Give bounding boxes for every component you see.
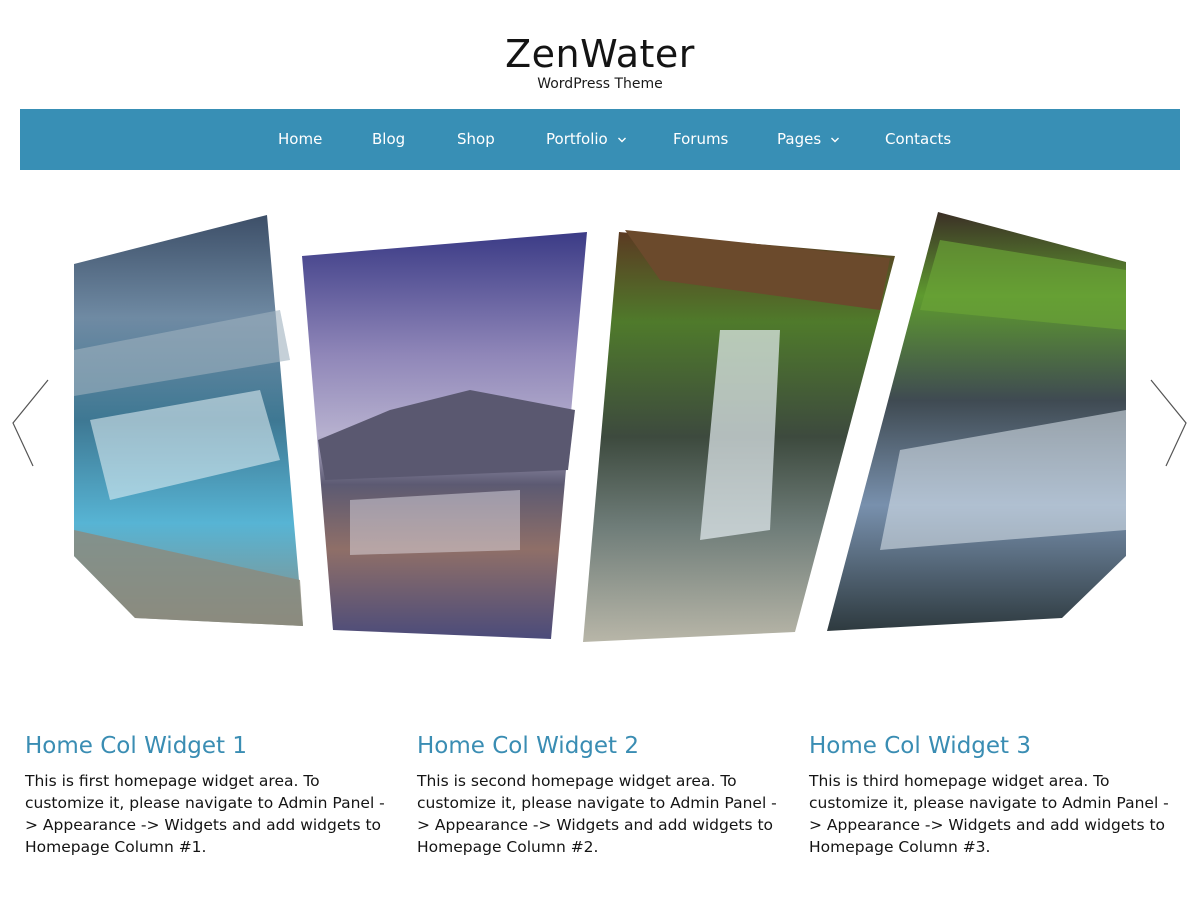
nav-item-home[interactable]: Home <box>278 109 322 170</box>
slide-image-2[interactable] <box>302 232 587 639</box>
chevron-down-icon <box>617 137 626 142</box>
widget-column-1: Home Col Widget 1 This is first homepage… <box>25 728 385 858</box>
nav-item-label: Home <box>278 130 323 148</box>
nav-item-label: Contacts <box>885 130 952 148</box>
widget-column-2: Home Col Widget 2 This is second homepag… <box>417 728 777 858</box>
nav-item-label: Pages <box>777 130 822 148</box>
main-navigation: Home Blog Shop Portfolio Forums Pages Co… <box>20 109 1180 170</box>
site-tagline: WordPress Theme <box>537 76 663 92</box>
nav-item-contacts[interactable]: Contacts <box>885 109 951 170</box>
chevron-right-icon[interactable] <box>1148 378 1188 468</box>
nav-item-label: Portfolio <box>546 130 608 148</box>
chevron-left-icon[interactable] <box>10 378 50 468</box>
nav-item-label: Forums <box>673 130 729 148</box>
image-slider <box>0 200 1200 670</box>
nav-item-forums[interactable]: Forums <box>673 109 728 170</box>
widget-title: Home Col Widget 3 <box>809 733 1032 759</box>
widget-title: Home Col Widget 1 <box>25 733 248 759</box>
widget-text: This is second homepage widget area. To … <box>417 772 777 856</box>
slider-panels <box>74 212 1126 642</box>
nav-item-portfolio[interactable]: Portfolio <box>546 109 627 170</box>
nav-item-label: Blog <box>372 130 406 148</box>
chevron-down-icon <box>830 137 839 142</box>
homepage-widgets: Home Col Widget 1 This is first homepage… <box>0 728 1200 888</box>
nav-item-pages[interactable]: Pages <box>777 109 840 170</box>
nav-item-blog[interactable]: Blog <box>372 109 405 170</box>
nav-item-shop[interactable]: Shop <box>457 109 495 170</box>
slide-image-1[interactable] <box>74 215 303 626</box>
widget-title: Home Col Widget 2 <box>417 733 640 759</box>
widget-column-3: Home Col Widget 3 This is third homepage… <box>809 728 1169 858</box>
site-title[interactable]: ZenWater <box>0 30 1200 78</box>
nav-item-label: Shop <box>457 130 495 148</box>
widget-text: This is third homepage widget area. To c… <box>809 772 1169 856</box>
widget-text: This is first homepage widget area. To c… <box>25 772 385 856</box>
site-header: ZenWater WordPress Theme <box>0 0 1200 109</box>
